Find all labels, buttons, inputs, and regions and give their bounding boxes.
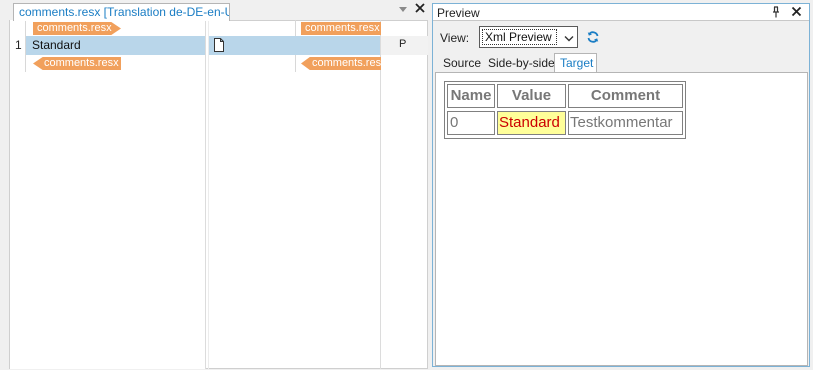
target-segment-row[interactable]	[209, 36, 380, 55]
table-cell-value: Standard	[497, 111, 566, 135]
table-header-name: Name	[447, 84, 495, 108]
source-column	[9, 20, 205, 369]
table-header-value: Value	[497, 84, 566, 108]
segment-number: 1	[15, 38, 22, 52]
close-icon[interactable]	[414, 2, 426, 14]
source-segment-text[interactable]: Standard	[32, 38, 202, 52]
document-tab[interactable]: comments.resx [Translation de-DE-en-US]	[13, 3, 230, 21]
tab-list-dropdown-icon[interactable]	[397, 3, 409, 15]
segment-status: P	[399, 38, 407, 50]
column-divider	[205, 20, 206, 369]
view-label: View:	[440, 31, 470, 45]
table-header-comment: Comment	[568, 84, 683, 108]
source-closing-tag[interactable]: comments.resx	[33, 57, 121, 70]
view-select-value[interactable]: Xml Preview	[482, 29, 557, 45]
chevron-down-icon[interactable]	[564, 32, 574, 42]
close-icon[interactable]	[791, 6, 802, 17]
pin-icon[interactable]	[771, 6, 781, 18]
target-closing-tag[interactable]: comments.resx	[301, 57, 381, 70]
preview-title: Preview	[437, 6, 480, 20]
tab-source[interactable]: Source	[440, 55, 484, 72]
table-cell-name: 0	[447, 111, 495, 135]
document-icon	[213, 38, 225, 52]
tab-target[interactable]: Target	[554, 53, 597, 73]
source-opening-tag[interactable]: comments.resx	[33, 22, 121, 35]
refresh-icon[interactable]	[586, 30, 600, 44]
column-divider	[208, 20, 209, 369]
column-divider	[380, 20, 381, 369]
tab-side-by-side[interactable]: Side-by-side	[485, 55, 558, 72]
table-cell-comment: Testkommentar	[568, 111, 683, 135]
preview-title-bar	[433, 4, 809, 21]
target-opening-tag[interactable]: comments.resx	[301, 22, 381, 35]
